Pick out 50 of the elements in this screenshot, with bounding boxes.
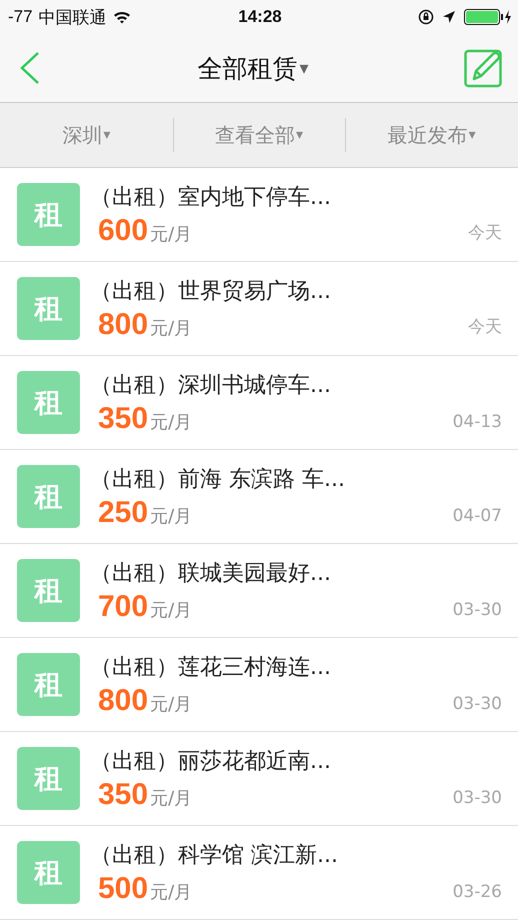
listing-date: 03-30 xyxy=(452,788,502,810)
listing-date: 04-07 xyxy=(452,506,502,528)
listing-date: 今天 xyxy=(468,222,502,244)
listing-price: 500 xyxy=(98,872,148,906)
price-unit: 元/月 xyxy=(150,880,192,904)
listing-date: 03-30 xyxy=(452,694,502,716)
rent-badge: 租 xyxy=(17,183,80,246)
listing-title: （出租）深圳书城停车... xyxy=(90,372,332,400)
listing-price: 250 xyxy=(98,496,148,530)
listing-title: （出租）莲花三村海连... xyxy=(90,654,332,682)
listing-date: 今天 xyxy=(468,316,502,338)
price-unit: 元/月 xyxy=(150,316,192,340)
location-arrow-icon xyxy=(442,10,456,24)
rotation-lock-icon xyxy=(418,9,434,25)
listing-title: （出租）联城美园最好... xyxy=(90,560,332,588)
listing-price: 600 xyxy=(98,214,148,248)
listing-price: 700 xyxy=(98,590,148,624)
rent-badge: 租 xyxy=(17,653,80,716)
listing-price: 800 xyxy=(98,308,148,342)
listing-title: （出租）科学馆 滨江新... xyxy=(90,842,339,870)
price-unit: 元/月 xyxy=(150,786,192,810)
listing-price: 800 xyxy=(98,684,148,718)
rent-badge: 租 xyxy=(17,747,80,810)
rent-badge: 租 xyxy=(17,277,80,340)
listing-title: （出租）世界贸易广场... xyxy=(90,278,332,306)
page-title[interactable]: 全部租赁 xyxy=(197,52,298,84)
listing-title: （出租）室内地下停车... xyxy=(90,184,332,212)
listing-title: （出租）前海 东滨路 车... xyxy=(90,466,346,494)
listing-price: 350 xyxy=(98,402,148,436)
rent-badge: 租 xyxy=(17,841,80,904)
listing-title: （出租）丽莎花都近南... xyxy=(90,748,332,776)
rent-badge: 租 xyxy=(17,371,80,434)
clock-time: 14:28 xyxy=(238,7,282,27)
listing-date: 03-30 xyxy=(452,600,502,622)
price-unit: 元/月 xyxy=(150,598,192,622)
rent-badge: 租 xyxy=(17,465,80,528)
price-unit: 元/月 xyxy=(150,504,192,528)
edit-icon[interactable] xyxy=(464,48,504,88)
signal-strength: -77 xyxy=(8,7,33,27)
listing-date: 04-13 xyxy=(452,412,502,434)
wifi-icon xyxy=(112,10,131,24)
listing-price: 350 xyxy=(98,778,148,812)
price-unit: 元/月 xyxy=(150,410,192,434)
price-unit: 元/月 xyxy=(150,692,192,716)
price-unit: 元/月 xyxy=(150,222,192,246)
rent-badge: 租 xyxy=(17,559,80,622)
caret-icon[interactable]: ▾ xyxy=(299,58,309,78)
listing-date: 03-26 xyxy=(452,882,502,904)
carrier-name: 中国联通 xyxy=(38,6,107,28)
battery-icon xyxy=(464,9,512,25)
